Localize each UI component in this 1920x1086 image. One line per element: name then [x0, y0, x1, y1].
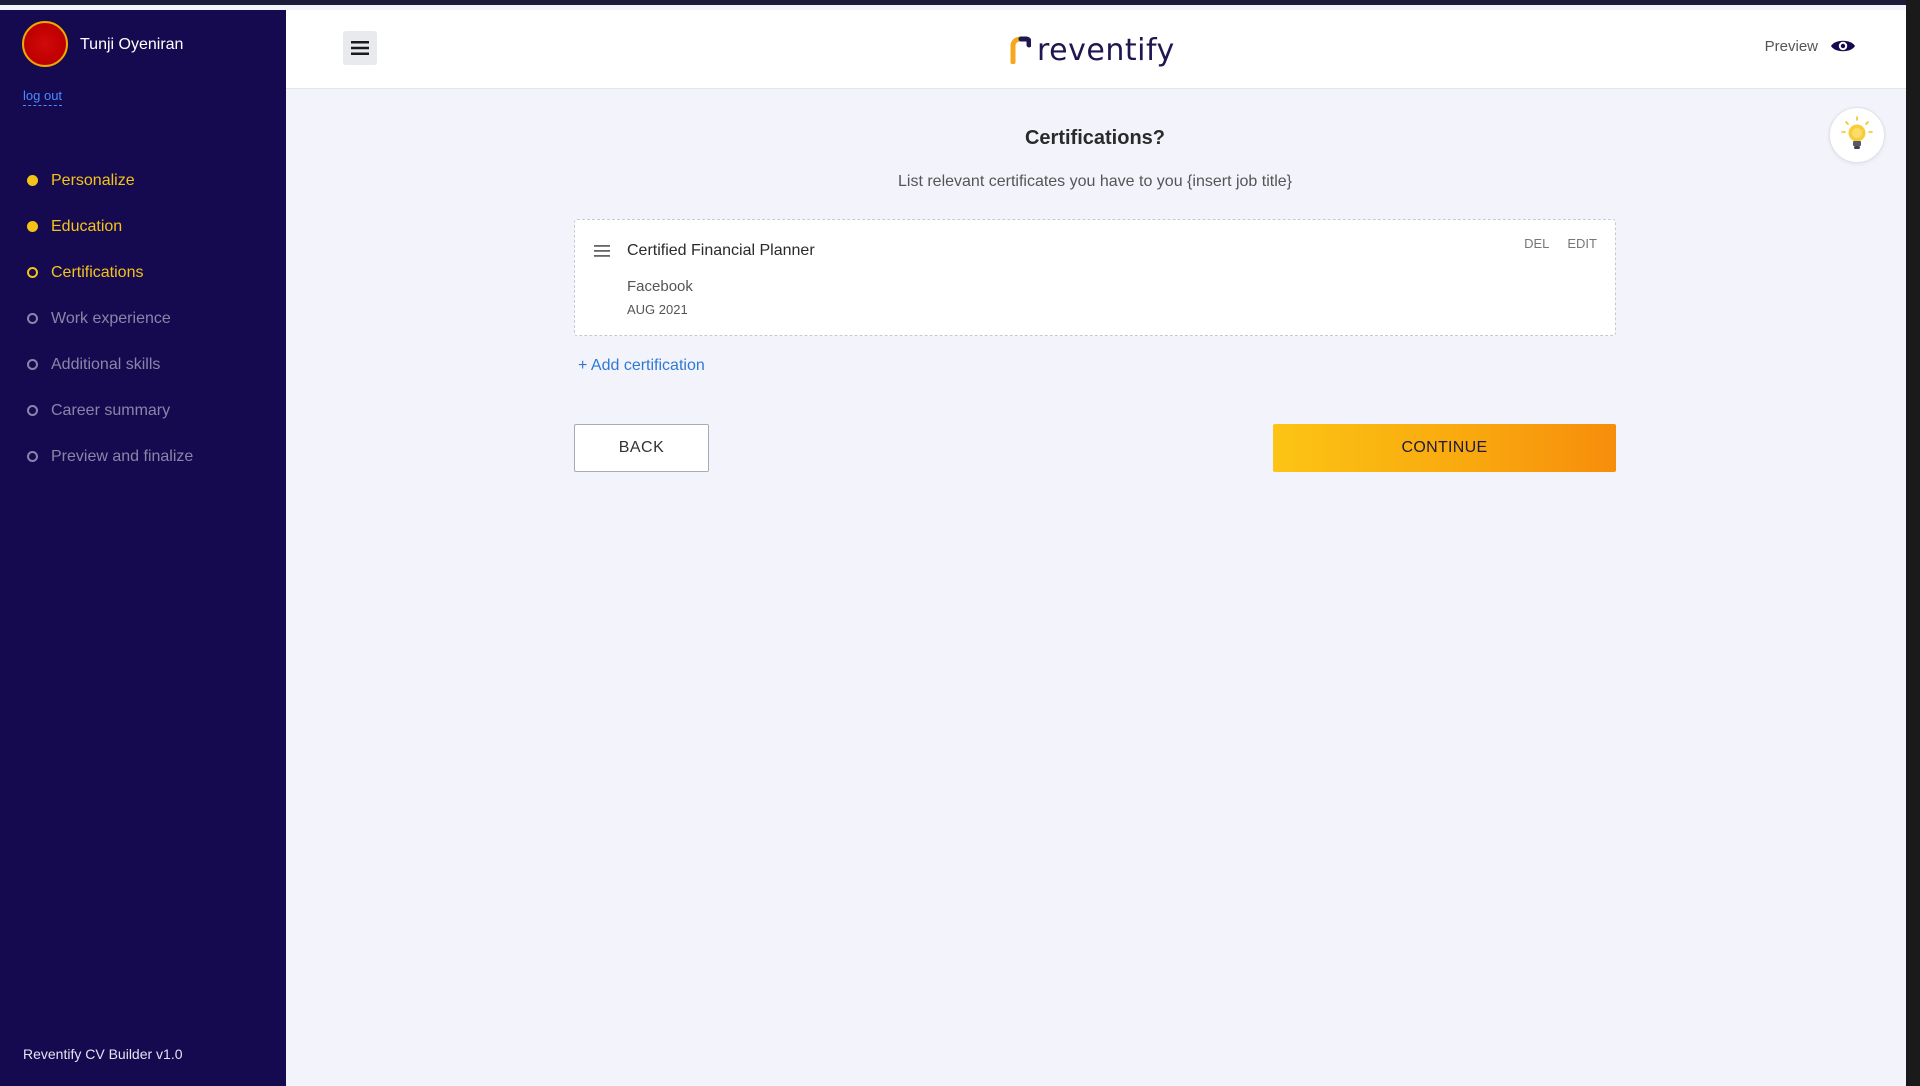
step-education[interactable]: Education	[0, 204, 286, 250]
drag-handle-icon[interactable]	[594, 244, 610, 263]
add-certification-link[interactable]: + Add certification	[578, 357, 705, 375]
edit-button[interactable]: EDIT	[1567, 236, 1597, 251]
avatar[interactable]	[22, 21, 68, 67]
user-name: Tunji Oyeniran	[80, 36, 184, 53]
logo-mark-icon	[1010, 36, 1031, 64]
step-label: Career summary	[51, 402, 171, 419]
step-status-dot	[27, 313, 38, 324]
step-status-dot	[27, 267, 38, 278]
window-edge	[1906, 0, 1920, 1086]
eye-icon	[1831, 40, 1855, 52]
step-label: Personalize	[51, 172, 135, 189]
step-list: Personalize Education Certifications Wor…	[0, 158, 286, 480]
step-status-dot	[27, 451, 38, 462]
certification-card[interactable]: Certified Financial Planner Facebook AUG…	[574, 219, 1616, 336]
menu-button[interactable]	[343, 31, 377, 65]
continue-button[interactable]: CONTINUE	[1273, 424, 1616, 472]
step-label: Additional skills	[51, 356, 161, 373]
step-certifications[interactable]: Certifications	[0, 250, 286, 296]
certification-actions: DEL EDIT	[1524, 236, 1597, 251]
step-career-summary[interactable]: Career summary	[0, 388, 286, 434]
sidebar: Tunji Oyeniran log out Personalize Educa…	[0, 10, 286, 1086]
step-label: Education	[51, 218, 123, 235]
step-preview-finalize[interactable]: Preview and finalize	[0, 434, 286, 480]
preview-label: Preview	[1764, 37, 1818, 55]
page-title: Certifications?	[1024, 127, 1166, 149]
back-button[interactable]: BACK	[574, 424, 709, 472]
lightbulb-icon	[1841, 116, 1873, 149]
step-personalize[interactable]: Personalize	[0, 158, 286, 204]
step-status-dot	[27, 221, 38, 232]
preview-toggle[interactable]: Preview	[1765, 37, 1856, 55]
step-status-dot	[27, 405, 38, 416]
step-additional-skills[interactable]: Additional skills	[0, 342, 286, 388]
delete-button[interactable]: DEL	[1524, 236, 1549, 251]
certification-date: AUG 2021	[627, 302, 688, 317]
step-label: Preview and finalize	[51, 448, 194, 465]
top-header: reventify Preview	[286, 10, 1906, 89]
brand-logo: reventify	[1009, 30, 1175, 70]
certification-organization: Facebook	[627, 278, 693, 295]
step-status-dot	[27, 175, 38, 186]
app-frame: Tunji Oyeniran log out Personalize Educa…	[0, 0, 1906, 1086]
app-version: Reventify CV Builder v1.0	[23, 1046, 183, 1062]
certification-name: Certified Financial Planner	[627, 242, 815, 259]
hamburger-icon	[351, 41, 369, 55]
step-status-dot	[27, 359, 38, 370]
logo-text: reventify	[1037, 32, 1175, 68]
step-label: Work experience	[51, 310, 171, 327]
step-label: Certifications	[51, 264, 144, 281]
page-subtitle: List relevant certificates you have to y…	[898, 173, 1292, 190]
tip-button[interactable]	[1829, 107, 1885, 163]
step-work-experience[interactable]: Work experience	[0, 296, 286, 342]
logout-link[interactable]: log out	[23, 88, 63, 106]
